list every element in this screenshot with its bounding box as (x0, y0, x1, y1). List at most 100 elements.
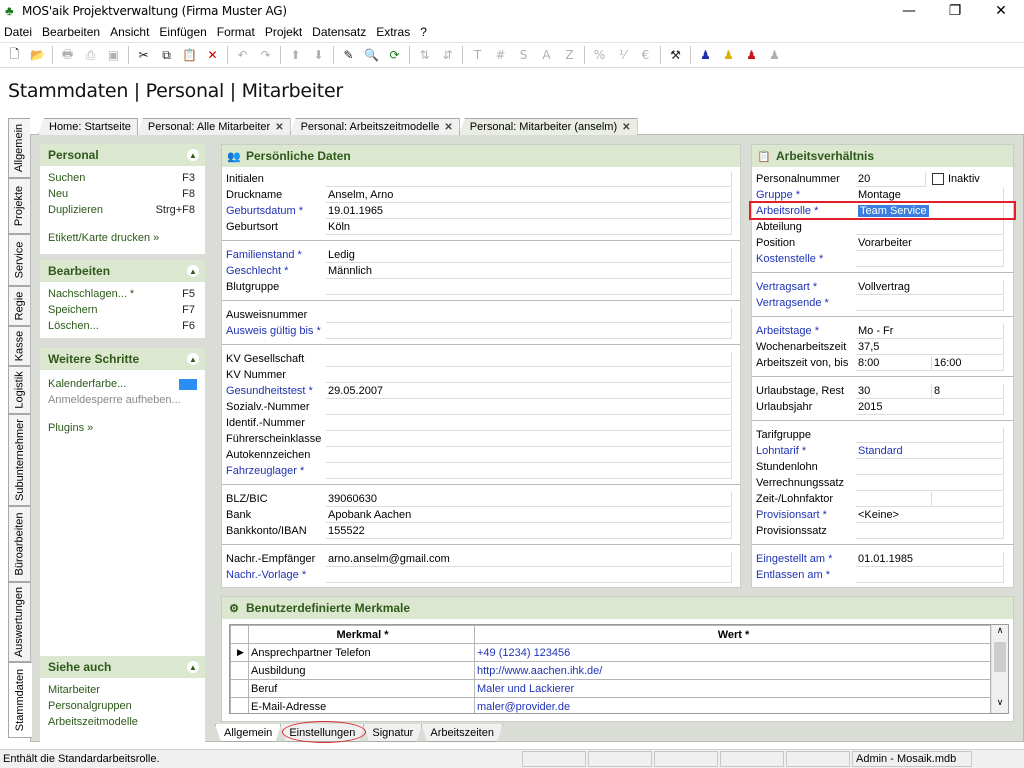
field-input[interactable]: 01.01.1985 (856, 551, 1004, 567)
wert-cell[interactable]: http://www.aachen.ihk.de/ (474, 661, 991, 680)
print-icon[interactable]: ⎙ (79, 44, 102, 66)
field-input[interactable] (326, 415, 732, 431)
text-format-icon[interactable]: T (466, 44, 489, 66)
collapse-icon[interactable]: ▲ (187, 353, 199, 365)
minimize-button[interactable]: — (886, 0, 932, 22)
field-input[interactable]: Vorarbeiter (856, 235, 1004, 251)
wert-cell[interactable]: maler@provider.de (474, 697, 991, 713)
field-input[interactable] (326, 351, 732, 367)
field-input[interactable]: Vollvertrag (856, 279, 1004, 295)
menu-0[interactable]: Datei (0, 25, 36, 39)
scroll-thumb[interactable] (994, 642, 1006, 672)
field-input[interactable] (856, 523, 1004, 539)
table-row[interactable]: Beruf Maler und Lackierer (230, 679, 991, 698)
bottom-tab[interactable]: Allgemein (215, 724, 281, 742)
find-icon[interactable]: 🔍 (360, 44, 383, 66)
field-input[interactable] (856, 427, 1004, 443)
field-input[interactable] (856, 251, 1004, 267)
close-tab-icon[interactable]: ✕ (622, 122, 630, 133)
row-indicator[interactable] (230, 679, 249, 698)
field-input[interactable]: Standard (856, 443, 1004, 459)
collapse-icon[interactable]: ▲ (187, 265, 199, 277)
field-input[interactable]: Apobank Aachen (326, 507, 732, 523)
merkmal-cell[interactable]: Beruf (248, 679, 475, 698)
menu-7[interactable]: Extras (372, 25, 414, 39)
field-input-secondary[interactable] (932, 491, 1004, 507)
close-tab-icon[interactable]: ✕ (275, 122, 283, 133)
side-tab[interactable]: Logistik (8, 366, 30, 414)
s-format-icon[interactable]: S (512, 44, 535, 66)
field-input[interactable]: Köln (326, 219, 732, 235)
menu-1[interactable]: Bearbeiten (38, 25, 104, 39)
merkmal-cell[interactable]: Ansprechpartner Telefon (248, 643, 475, 662)
task-plugins[interactable]: Plugins » (40, 420, 205, 436)
field-input[interactable] (326, 307, 732, 323)
side-tab[interactable]: Büroarbeiten (8, 506, 30, 582)
side-tab[interactable]: Subunternehmer (8, 414, 30, 506)
field-input[interactable] (856, 459, 1004, 475)
menu-4[interactable]: Format (213, 25, 259, 39)
a-format-icon[interactable]: A (535, 44, 558, 66)
field-input[interactable] (326, 463, 732, 479)
menu-8[interactable]: ? (416, 25, 431, 39)
doc-tab[interactable]: Personal: Arbeitszeitmodelle ✕ (289, 118, 460, 135)
field-input[interactable]: Anselm, Arno (326, 187, 732, 203)
print-preview-icon[interactable]: 🖶 (56, 44, 79, 66)
field-input[interactable] (326, 447, 732, 463)
side-tab[interactable]: Allgemein (8, 118, 30, 178)
doc-tab[interactable]: Home: Startseite (38, 118, 138, 135)
field-input[interactable]: 29.05.2007 (326, 383, 732, 399)
move-up-icon[interactable]: ⬆ (284, 44, 307, 66)
maximize-button[interactable]: ❐ (932, 0, 978, 22)
side-tab[interactable]: Regie (8, 286, 30, 326)
wert-cell[interactable]: Maler und Lackierer (474, 679, 991, 698)
user-yellow-icon[interactable]: ♟ (717, 44, 740, 66)
refresh-icon[interactable]: ⟳ (383, 44, 406, 66)
side-tab[interactable]: Kasse (8, 326, 30, 366)
delete-icon[interactable]: ✕ (201, 44, 224, 66)
table-row[interactable]: E-Mail-Adresse maler@provider.de (230, 697, 991, 713)
number-format-icon[interactable]: # (489, 44, 512, 66)
scroll-up-icon[interactable]: ∧ (992, 625, 1008, 641)
field-input[interactable]: 37,5 (856, 339, 1004, 355)
field-input[interactable] (326, 171, 732, 187)
edit-pencil-icon[interactable]: ✎ (337, 44, 360, 66)
link-personalgruppen[interactable]: Personalgruppen (40, 698, 205, 714)
side-tab[interactable]: Stammdaten (8, 662, 32, 738)
inaktiv-checkbox[interactable] (932, 173, 944, 185)
field-input[interactable]: 39060630 (326, 491, 732, 507)
task-loeschen[interactable]: Löschen... F6 (40, 318, 205, 334)
z-format-icon[interactable]: Z (558, 44, 581, 66)
doc-tab[interactable]: Personal: Mitarbeiter (anselm) ✕ (458, 118, 638, 135)
side-tab[interactable]: Auswertungen (8, 582, 30, 662)
copy-icon[interactable]: ⧉ (155, 44, 178, 66)
move-down-icon[interactable]: ⬇ (307, 44, 330, 66)
task-nachschlagen[interactable]: Nachschlagen... * F5 (40, 286, 205, 302)
section-header[interactable]: Bearbeiten ▲ (40, 260, 205, 282)
row-indicator[interactable] (230, 697, 249, 713)
field-input[interactable]: Männlich (326, 263, 732, 279)
percent-icon[interactable]: % (588, 44, 611, 66)
field-input[interactable]: 8:00 (856, 355, 932, 371)
field-input[interactable]: arno.anselm@gmail.com (326, 551, 732, 567)
side-tab[interactable]: Projekte (8, 178, 30, 234)
field-input[interactable]: 2015 (856, 399, 1004, 415)
save-icon[interactable]: ▣ (102, 44, 125, 66)
field-input[interactable]: 19.01.1965 (326, 203, 732, 219)
field-input[interactable] (326, 367, 732, 383)
field-input[interactable] (326, 279, 732, 295)
user-blue-icon[interactable]: ♟ (694, 44, 717, 66)
field-input[interactable] (326, 323, 732, 339)
column-header[interactable]: Wert * (474, 625, 991, 644)
paste-icon[interactable]: 📋 (178, 44, 201, 66)
field-input[interactable] (326, 567, 732, 583)
redo-icon[interactable]: ↷ (254, 44, 277, 66)
task-kalenderfarbe[interactable]: Kalenderfarbe... (40, 376, 205, 392)
task-etikett-drucken[interactable]: Etikett/Karte drucken » (40, 230, 205, 246)
tools-icon[interactable]: ⚒ (664, 44, 687, 66)
menu-3[interactable]: Einfügen (155, 25, 210, 39)
task-anmeldesperre[interactable]: Anmeldesperre aufheben... (40, 392, 205, 408)
field-input[interactable] (856, 491, 932, 507)
open-folder-icon[interactable]: 📂 (26, 44, 49, 66)
currency-icon[interactable]: € (634, 44, 657, 66)
